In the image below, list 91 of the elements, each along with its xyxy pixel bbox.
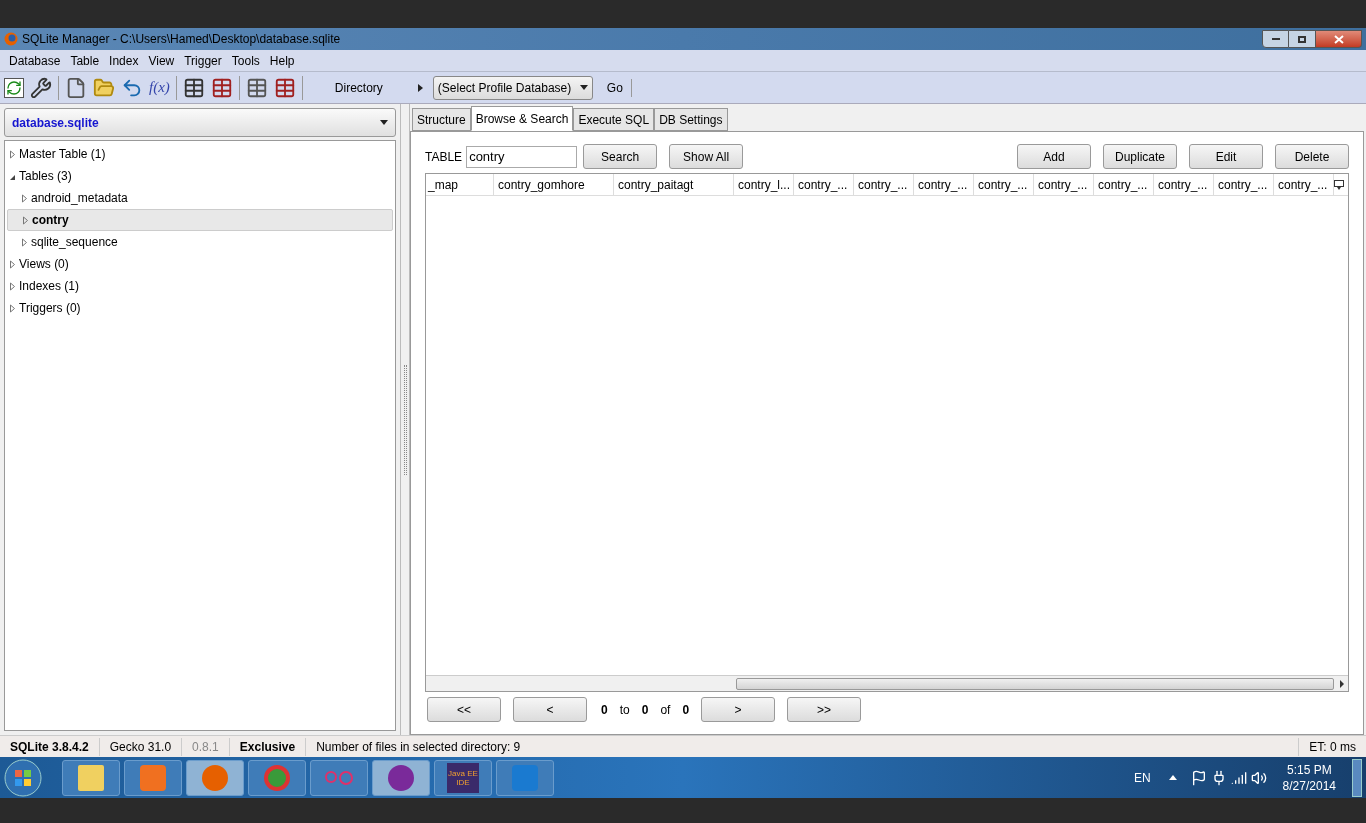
action-button[interactable]: Edit [1189, 144, 1263, 169]
language-indicator[interactable]: EN [1133, 768, 1151, 787]
pager-of-label: of [660, 701, 671, 719]
menu-item[interactable]: Database [4, 51, 66, 70]
arrow-icon[interactable] [1338, 679, 1346, 688]
clock[interactable]: 5:15 PM 8/27/2014 [1282, 761, 1336, 794]
action-button[interactable]: Duplicate [1103, 144, 1177, 169]
window-title: SQLite Manager - C:\Users\Hamed\Desktop\database.sqlite [22, 31, 341, 48]
column-header[interactable]: contry_... [1154, 174, 1214, 195]
close-button[interactable] [1316, 30, 1362, 48]
column-header[interactable]: contry_paitagt [614, 174, 734, 195]
tab[interactable]: Structure [412, 108, 471, 131]
go-button[interactable]: Go [598, 78, 632, 97]
expander-icon[interactable] [21, 237, 28, 247]
status-message: Number of files in selected directory: 9 [315, 738, 522, 756]
menu-item[interactable]: View [143, 51, 180, 70]
tree-item[interactable]: Indexes (1) [7, 275, 394, 297]
start-button[interactable] [4, 758, 42, 797]
pager-to: 0 [641, 701, 649, 719]
table-label: TABLE [425, 148, 463, 166]
volume-icon[interactable] [1250, 769, 1267, 786]
database-select[interactable]: database.sqlite [4, 108, 397, 137]
pager-total: 0 [682, 701, 690, 719]
next-page-button[interactable]: > [701, 697, 776, 722]
tab[interactable]: Browse & Search [470, 106, 574, 131]
caret-icon [579, 85, 588, 90]
column-header[interactable]: contry_... [1214, 174, 1274, 195]
pager-from: 0 [601, 701, 608, 719]
tree-item[interactable]: Views (0) [7, 253, 394, 275]
tray-arrow-icon[interactable] [1168, 775, 1177, 780]
restore-button[interactable] [1289, 30, 1316, 48]
first-page-button[interactable]: << [427, 697, 501, 722]
search-button[interactable]: Search [583, 144, 658, 169]
column-header[interactable]: contry_... [1094, 174, 1154, 195]
browser-taskbar-icon[interactable] [186, 759, 244, 796]
profile-select[interactable]: (Select Profile Database) [432, 75, 593, 100]
previous-page-button[interactable]: < [513, 697, 587, 722]
messenger-taskbar-icon[interactable] [372, 759, 430, 796]
minimize-button[interactable] [1262, 30, 1289, 48]
tree-item[interactable]: Master Table (1) [7, 143, 394, 165]
status-gecko: Gecko 31.0 [99, 737, 183, 756]
folder-taskbar-icon[interactable] [62, 759, 120, 796]
caret-icon [380, 120, 389, 125]
browser-icon [4, 32, 18, 46]
tab[interactable]: DB Settings [654, 108, 728, 131]
menu-item[interactable]: Index [104, 51, 144, 70]
column-header[interactable]: contry_... [1274, 174, 1334, 195]
new-file-icon[interactable] [65, 76, 87, 99]
close-icon [1333, 34, 1344, 44]
status-timing: ET: 0 ms [1298, 737, 1366, 756]
column-header[interactable]: contry_... [1034, 174, 1094, 195]
expander-icon[interactable] [21, 193, 28, 203]
tree-item[interactable]: sqlite_sequence [7, 231, 394, 253]
menu-item[interactable]: Table [65, 51, 105, 70]
column-header[interactable]: contry_... [854, 174, 914, 195]
status-sqlite: SQLite 3.8.4.2 [0, 737, 100, 756]
expander-icon[interactable] [9, 259, 16, 269]
action-button[interactable]: Add [1017, 144, 1091, 169]
tree-item[interactable]: Tables (3) [7, 165, 394, 187]
show-desktop-button[interactable] [1352, 758, 1362, 797]
pager-to-label: to [619, 701, 630, 719]
status-version: 0.8.1 [182, 737, 230, 756]
last-page-button[interactable]: >> [787, 697, 862, 722]
tab[interactable]: Execute SQL [573, 108, 655, 131]
expander-icon[interactable] [9, 281, 16, 291]
tree-item[interactable]: Triggers (0) [7, 297, 394, 319]
menu-item[interactable]: Help [264, 51, 300, 70]
table-input[interactable]: contry [466, 145, 578, 168]
action-button[interactable]: Delete [1275, 144, 1349, 169]
signal-icon[interactable] [1230, 769, 1247, 786]
column-header[interactable]: contry_l... [734, 174, 794, 195]
column-header[interactable]: contry_gomhore [494, 174, 614, 195]
refresh-icon[interactable] [4, 77, 24, 98]
status-mode: Exclusive [229, 737, 307, 756]
expander-icon[interactable] [9, 303, 16, 313]
column-header[interactable]: contry_... [974, 174, 1034, 195]
tree-item[interactable]: android_metadata [7, 187, 394, 209]
flag-icon[interactable] [1190, 769, 1207, 786]
directory-button[interactable]: Directory [308, 78, 427, 97]
show-all-button[interactable]: Show All [669, 144, 744, 169]
column-header[interactable]: _map [426, 174, 494, 195]
arrow-icon [417, 83, 423, 92]
column-header[interactable]: contry_... [794, 174, 854, 195]
horizontal-scrollbar[interactable] [426, 675, 1348, 691]
expander-icon[interactable] [9, 149, 16, 159]
column-header[interactable]: contry_... [914, 174, 974, 195]
menu-item[interactable]: Tools [226, 51, 265, 70]
function-button[interactable]: f(x) [149, 76, 170, 99]
menu-item[interactable]: Trigger [179, 51, 227, 70]
tree-item[interactable]: contry [7, 209, 394, 231]
java-ide-icon[interactable]: Java EE IDE [447, 762, 479, 793]
